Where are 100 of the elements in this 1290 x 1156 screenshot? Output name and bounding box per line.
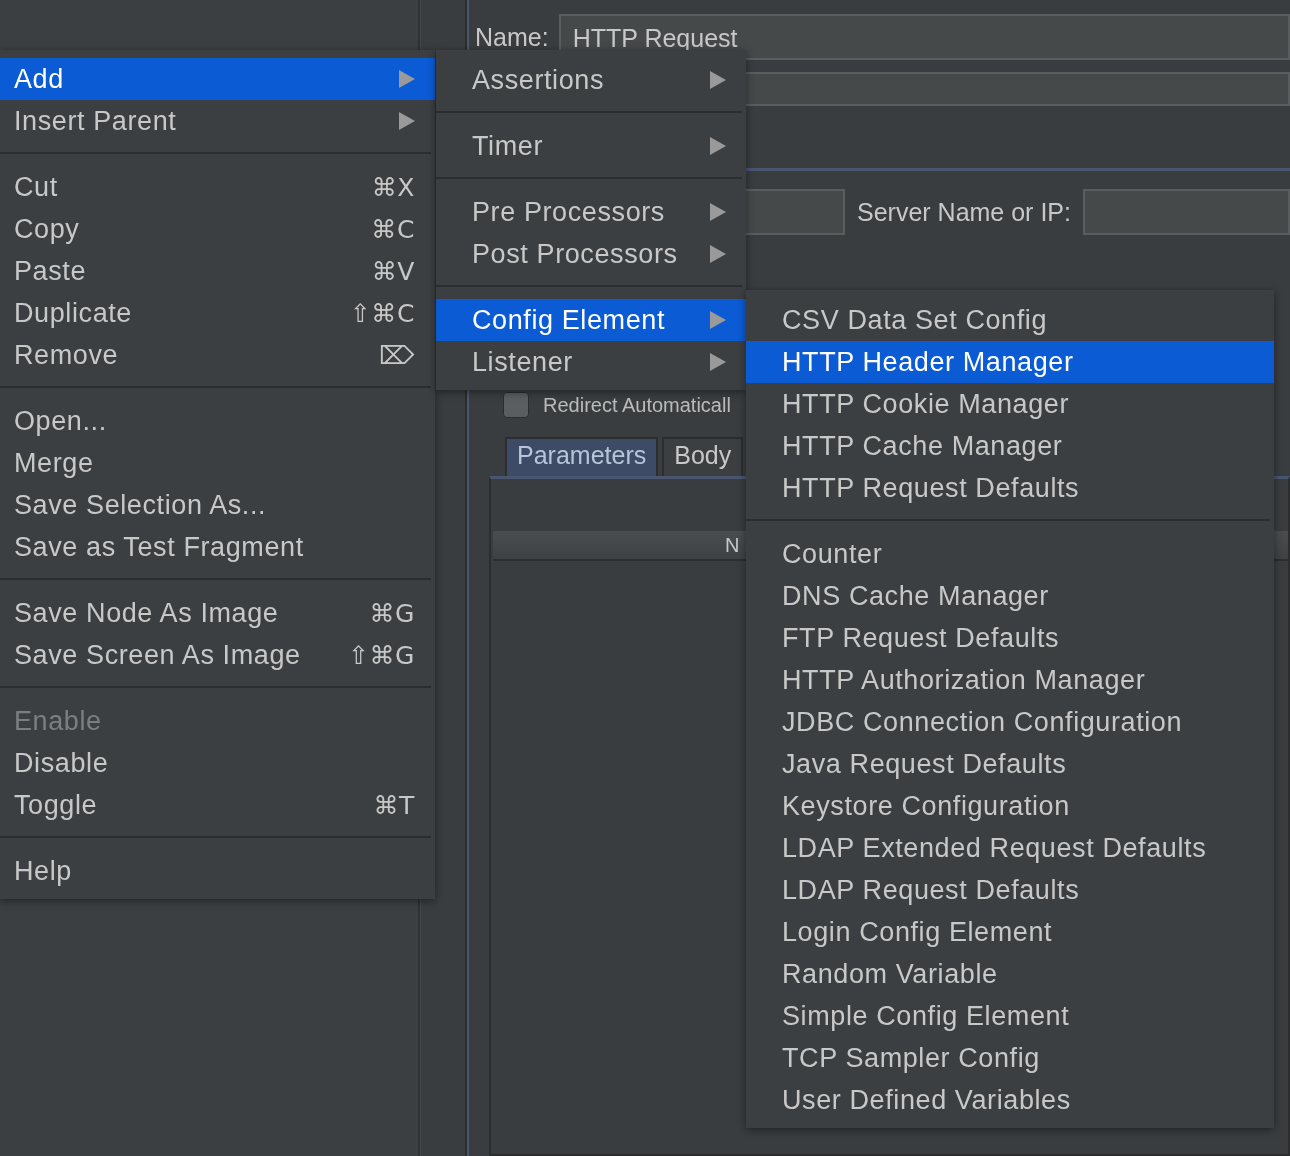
menu-item-label: Paste: [14, 255, 88, 287]
menu-item-label: Add: [14, 63, 65, 95]
menu-item[interactable]: Paste ⌘V: [0, 250, 435, 292]
menu-item[interactable]: LDAP Extended Request Defaults: [746, 827, 1274, 869]
menu-item-label: Simple Config Element: [782, 1000, 1071, 1032]
menu-item[interactable]: HTTP Cache Manager: [746, 425, 1274, 467]
menu-item-label: Disable: [14, 747, 110, 779]
checkbox[interactable]: [503, 392, 529, 418]
name-label: Name:: [475, 22, 549, 52]
menu-item[interactable]: Disable: [0, 742, 435, 784]
menu-item-label: Copy: [14, 213, 81, 245]
menu-item-label: LDAP Extended Request Defaults: [782, 832, 1208, 864]
submenu-arrow-icon: [710, 203, 726, 221]
menu-item-label: Pre Processors: [472, 196, 666, 228]
menu-item[interactable]: TCP Sampler Config: [746, 1037, 1274, 1079]
menu-item[interactable]: Add: [0, 58, 435, 100]
menu-item-label: Enable: [14, 705, 103, 737]
menu-item[interactable]: Keystore Configuration: [746, 785, 1274, 827]
menu-item-label: Post Processors: [472, 238, 679, 270]
menu-item[interactable]: Open...: [0, 400, 435, 442]
menu-item-label: Save Selection As...: [14, 489, 268, 521]
menu-item-label: HTTP Header Manager: [782, 346, 1075, 378]
menu-item[interactable]: Post Processors: [436, 233, 746, 275]
server-field[interactable]: [1082, 189, 1290, 235]
menu-item-label: Merge: [14, 447, 95, 479]
shortcut-text: ⌘T: [373, 790, 415, 820]
menu-item[interactable]: Remove ⌦: [0, 334, 435, 376]
menu-item[interactable]: User Defined Variables: [746, 1079, 1274, 1121]
menu-item[interactable]: Login Config Element: [746, 911, 1274, 953]
menu-item[interactable]: Save as Test Fragment: [0, 526, 435, 568]
submenu-arrow-icon: [710, 137, 726, 155]
menu-item[interactable]: HTTP Authorization Manager: [746, 659, 1274, 701]
menu-item[interactable]: DNS Cache Manager: [746, 575, 1274, 617]
server-label: Server Name or IP:: [857, 197, 1071, 227]
submenu-arrow-icon: [399, 70, 415, 88]
menu-item[interactable]: Pre Processors: [436, 191, 746, 233]
menu-item-label: CSV Data Set Config: [782, 304, 1049, 336]
menu-item[interactable]: HTTP Cookie Manager: [746, 383, 1274, 425]
menu-item-label: Cut: [14, 171, 59, 203]
menu-item[interactable]: Duplicate ⇧⌘C: [0, 292, 435, 334]
menu-item[interactable]: Cut ⌘X: [0, 166, 435, 208]
column-header[interactable]: N: [725, 531, 740, 559]
menu-item-label: Duplicate: [14, 297, 133, 329]
submenu-arrow-icon: [399, 112, 415, 130]
menu-item[interactable]: Insert Parent: [0, 100, 435, 142]
menu-item-label: Open...: [14, 405, 108, 437]
menu-item-label: HTTP Authorization Manager: [782, 664, 1147, 696]
menu-item-label: Save Node As Image: [14, 597, 280, 629]
menu-item-label: FTP Request Defaults: [782, 622, 1061, 654]
menu-item-label: DNS Cache Manager: [782, 580, 1050, 612]
menu-item-label: Login Config Element: [782, 916, 1054, 948]
menu-item-label: Timer: [472, 130, 544, 162]
menu-item[interactable]: JDBC Connection Configuration: [746, 701, 1274, 743]
menu-item[interactable]: Save Selection As...: [0, 484, 435, 526]
tab[interactable]: Body: [662, 437, 744, 476]
menu-item-label: HTTP Request Defaults: [782, 472, 1081, 504]
menu-item[interactable]: Config Element: [436, 299, 746, 341]
name-field[interactable]: HTTP Request: [558, 14, 1290, 60]
menu-item[interactable]: HTTP Request Defaults: [746, 467, 1274, 509]
menu-item[interactable]: Timer: [436, 125, 746, 167]
menu-item[interactable]: Save Node As Image ⌘G: [0, 592, 435, 634]
shortcut-text: ⇧⌘C: [349, 298, 415, 328]
shortcut-text: ⌦: [379, 340, 415, 370]
shortcut-text: ⇧⌘G: [347, 640, 415, 670]
checkbox-label: Redirect Automaticall: [543, 393, 731, 417]
menu-item-label: Remove: [14, 339, 120, 371]
menu-item-label: TCP Sampler Config: [782, 1042, 1041, 1074]
menu-item-label: HTTP Cookie Manager: [782, 388, 1071, 420]
menu-item-label: Keystore Configuration: [782, 790, 1071, 822]
menu-item-label: JDBC Connection Configuration: [782, 706, 1184, 738]
menu-item-label: LDAP Request Defaults: [782, 874, 1081, 906]
submenu-arrow-icon: [710, 353, 726, 371]
menu-item-label: Toggle: [14, 789, 99, 821]
menu-item-label: Counter: [782, 538, 884, 570]
menu-item-label: Config Element: [472, 304, 666, 336]
menu-item-label: Assertions: [472, 64, 606, 96]
tab[interactable]: Parameters: [505, 437, 659, 476]
submenu-arrow-icon: [710, 71, 726, 89]
menu-item[interactable]: Copy ⌘C: [0, 208, 435, 250]
menu-item[interactable]: Simple Config Element: [746, 995, 1274, 1037]
shortcut-text: ⌘G: [369, 598, 415, 628]
menu-item-label: User Defined Variables: [782, 1084, 1072, 1116]
menu-item[interactable]: Merge: [0, 442, 435, 484]
menu-item[interactable]: Counter: [746, 533, 1274, 575]
shortcut-text: ⌘C: [371, 214, 415, 244]
menu-item[interactable]: LDAP Request Defaults: [746, 869, 1274, 911]
menu-item[interactable]: Save Screen As Image ⇧⌘G: [0, 634, 435, 676]
menu-item[interactable]: HTTP Header Manager: [746, 341, 1274, 383]
menu-item[interactable]: Java Request Defaults: [746, 743, 1274, 785]
menu-item[interactable]: Toggle ⌘T: [0, 784, 435, 826]
menu-item[interactable]: FTP Request Defaults: [746, 617, 1274, 659]
menu-item[interactable]: Listener: [436, 341, 746, 383]
menu-item[interactable]: Help: [0, 850, 435, 892]
menu-item[interactable]: CSV Data Set Config: [746, 299, 1274, 341]
menu-item-label: Save Screen As Image: [14, 639, 302, 671]
menu-item-label: Save as Test Fragment: [14, 531, 305, 563]
menu-item[interactable]: Assertions: [436, 59, 746, 101]
menu-item-label: Java Request Defaults: [782, 748, 1068, 780]
menu-item[interactable]: Random Variable: [746, 953, 1274, 995]
menu-item-label: Insert Parent: [14, 105, 178, 137]
